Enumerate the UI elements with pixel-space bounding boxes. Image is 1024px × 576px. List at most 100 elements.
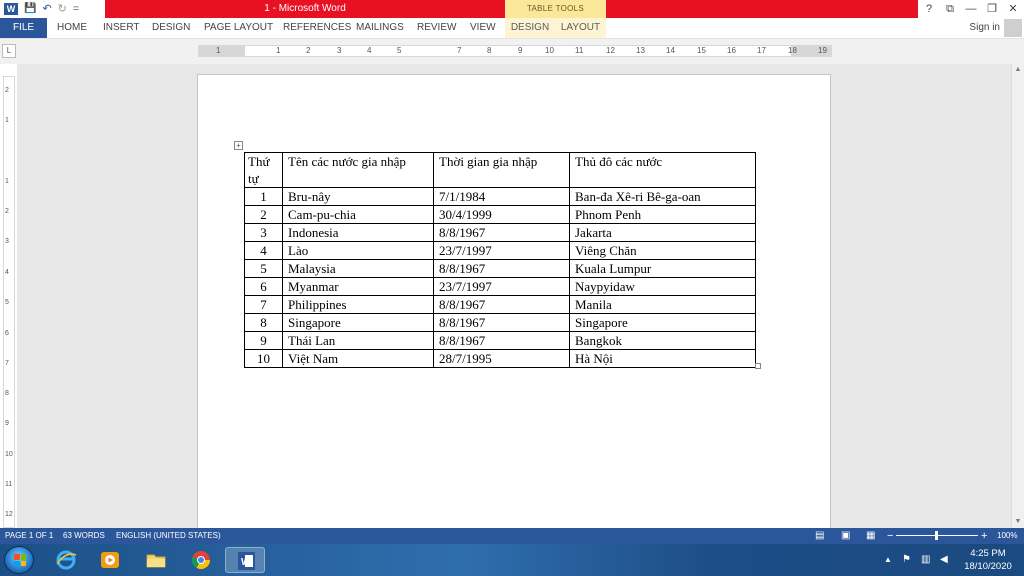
table-cell[interactable]: Myanmar: [282, 277, 434, 296]
tab-table-design[interactable]: DESIGN: [505, 18, 555, 38]
table-cell[interactable]: 30/4/1999: [433, 205, 570, 224]
scroll-up-icon[interactable]: ▲: [1012, 64, 1024, 76]
table-cell[interactable]: 6: [244, 277, 283, 296]
table-cell[interactable]: Jakarta: [569, 223, 756, 242]
start-button[interactable]: [4, 546, 34, 574]
tab-page-layout[interactable]: PAGE LAYOUT: [204, 18, 273, 38]
avatar[interactable]: [1004, 19, 1022, 37]
word-logo-icon[interactable]: W: [4, 3, 18, 15]
table-cell[interactable]: 3: [244, 223, 283, 242]
table-resize-handle[interactable]: [755, 363, 761, 369]
header-cell[interactable]: Thời gian gia nhập: [433, 152, 570, 188]
table-cell[interactable]: Viêng Chăn: [569, 241, 756, 260]
chrome-icon[interactable]: [181, 547, 221, 573]
table-cell[interactable]: Lào: [282, 241, 434, 260]
table-cell[interactable]: Manila: [569, 295, 756, 314]
table-cell[interactable]: 8: [244, 313, 283, 332]
table-cell[interactable]: 8/8/1967: [433, 313, 570, 332]
print-layout-icon[interactable]: ▣: [841, 528, 850, 544]
tab-review[interactable]: REVIEW: [417, 18, 456, 38]
web-layout-icon[interactable]: ▦: [866, 528, 875, 544]
customize-qat-icon[interactable]: =: [73, 0, 79, 18]
table-cell[interactable]: 8/8/1967: [433, 331, 570, 350]
internet-explorer-icon[interactable]: [46, 547, 86, 573]
volume-icon[interactable]: ◀: [940, 544, 948, 576]
tab-references[interactable]: REFERENCES: [283, 18, 351, 38]
page-count[interactable]: PAGE 1 OF 1: [5, 528, 53, 544]
document-area[interactable]: + Thứ tự Tên các nước gia nhập Thời gian…: [17, 64, 1011, 528]
tab-selector[interactable]: L: [2, 44, 16, 58]
tab-mailings[interactable]: MAILINGS: [356, 18, 404, 38]
action-center-flag-icon[interactable]: ⚑: [902, 544, 911, 576]
redo-icon[interactable]: ↻: [58, 0, 67, 18]
table-cell[interactable]: Kuala Lumpur: [569, 259, 756, 278]
table-cell[interactable]: Singapore: [569, 313, 756, 332]
vertical-scrollbar[interactable]: ▲ ▼: [1011, 64, 1024, 528]
table-cell[interactable]: Phnom Penh: [569, 205, 756, 224]
tab-insert[interactable]: INSERT: [103, 18, 140, 38]
table-cell[interactable]: Ban-đa Xê-ri Bê-ga-oan: [569, 187, 756, 206]
table-cell[interactable]: Indonesia: [282, 223, 434, 242]
table-cell[interactable]: 8/8/1967: [433, 295, 570, 314]
table-cell[interactable]: 7: [244, 295, 283, 314]
table-cell[interactable]: 9: [244, 331, 283, 350]
undo-icon[interactable]: ↶: [42, 0, 51, 18]
table-cell[interactable]: 8/8/1967: [433, 223, 570, 242]
table-cell[interactable]: Cam-pu-chia: [282, 205, 434, 224]
show-hidden-icons-icon[interactable]: ▲: [884, 544, 892, 576]
table-cell[interactable]: Bangkok: [569, 331, 756, 350]
document-page[interactable]: + Thứ tự Tên các nước gia nhập Thời gian…: [197, 74, 831, 528]
tab-home[interactable]: HOME: [57, 18, 87, 38]
table-cell[interactable]: 10: [244, 349, 283, 368]
table-cell[interactable]: Malaysia: [282, 259, 434, 278]
table-row: 1 Bru-nây 7/1/1984 Ban-đa Xê-ri Bê-ga-oan: [244, 187, 756, 206]
network-icon[interactable]: ▥: [921, 544, 930, 576]
sign-in-link[interactable]: Sign in: [969, 18, 1000, 38]
zoom-level[interactable]: 100%: [997, 528, 1017, 544]
table-cell[interactable]: Thái Lan: [282, 331, 434, 350]
header-cell[interactable]: Thủ đô các nước: [569, 152, 756, 188]
tab-view[interactable]: VIEW: [470, 18, 496, 38]
zoom-slider-thumb[interactable]: [935, 531, 938, 540]
language-indicator[interactable]: ENGLISH (UNITED STATES): [116, 528, 221, 544]
tab-file[interactable]: FILE: [0, 18, 47, 38]
horizontal-ruler[interactable]: 1 1 2 3 4 5 7 8 9 10 11 12 13 14 15 16 1…: [198, 45, 832, 57]
save-icon[interactable]: 💾: [24, 0, 36, 18]
word-count[interactable]: 63 WORDS: [63, 528, 105, 544]
tab-design[interactable]: DESIGN: [152, 18, 190, 38]
table-cell[interactable]: Philippines: [282, 295, 434, 314]
header-cell[interactable]: Tên các nước gia nhập: [282, 152, 434, 188]
table-cell[interactable]: 23/7/1997: [433, 241, 570, 260]
table-cell[interactable]: Việt Nam: [282, 349, 434, 368]
table-cell[interactable]: 28/7/1995: [433, 349, 570, 368]
header-cell[interactable]: Thứ tự: [244, 152, 283, 188]
table-cell[interactable]: 4: [244, 241, 283, 260]
close-button[interactable]: ✕: [1003, 0, 1023, 18]
table-cell[interactable]: 7/1/1984: [433, 187, 570, 206]
scroll-down-icon[interactable]: ▼: [1012, 516, 1024, 528]
file-explorer-icon[interactable]: [136, 547, 176, 573]
help-button[interactable]: ?: [919, 0, 939, 18]
maximize-button[interactable]: ❐: [982, 0, 1002, 18]
table-move-handle-icon[interactable]: +: [234, 141, 243, 150]
table-cell[interactable]: 2: [244, 205, 283, 224]
table-cell[interactable]: Hà Nội: [569, 349, 756, 368]
read-mode-icon[interactable]: ▤: [815, 528, 824, 544]
table-cell[interactable]: 8/8/1967: [433, 259, 570, 278]
table-cell[interactable]: 5: [244, 259, 283, 278]
ribbon-display-options-button[interactable]: ⧉: [940, 0, 960, 18]
document-table[interactable]: Thứ tự Tên các nước gia nhập Thời gian g…: [244, 152, 756, 368]
system-clock[interactable]: 4:25 PM 18/10/2020: [958, 547, 1018, 573]
table-cell[interactable]: Singapore: [282, 313, 434, 332]
table-cell[interactable]: 1: [244, 187, 283, 206]
zoom-out-button[interactable]: −: [887, 528, 893, 544]
media-player-icon[interactable]: [90, 547, 130, 573]
table-cell[interactable]: Naypyidaw: [569, 277, 756, 296]
table-cell[interactable]: Bru-nây: [282, 187, 434, 206]
vertical-ruler[interactable]: 2 1 1 2 3 4 5 6 7 8 9 10 11 12: [3, 76, 15, 528]
word-icon[interactable]: W: [225, 547, 265, 573]
tab-table-layout[interactable]: LAYOUT: [555, 18, 606, 38]
zoom-in-button[interactable]: +: [981, 528, 987, 544]
minimize-button[interactable]: —: [961, 0, 981, 18]
table-cell[interactable]: 23/7/1997: [433, 277, 570, 296]
